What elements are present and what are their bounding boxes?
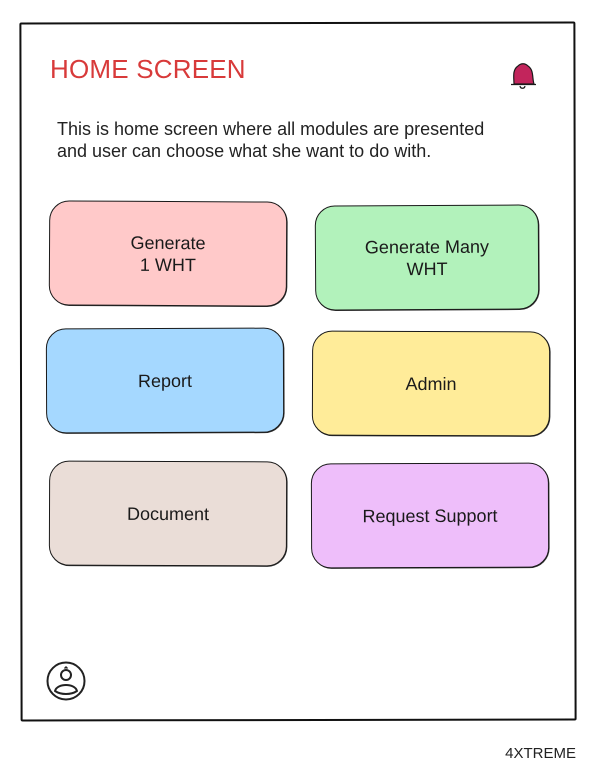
request-support-label: Request Support bbox=[362, 505, 498, 526]
brand-label: 4XTREME bbox=[505, 745, 576, 762]
report-button[interactable]: Report bbox=[45, 327, 285, 434]
admin-label: Admin bbox=[405, 373, 457, 394]
generate-one-wht-button[interactable]: Generate 1 WHT bbox=[48, 200, 288, 307]
generate-many-wht-button[interactable]: Generate Many WHT bbox=[314, 204, 540, 311]
admin-button[interactable]: Admin bbox=[311, 330, 551, 437]
report-label: Report bbox=[137, 370, 193, 391]
page-description: This is home screen where all modules ar… bbox=[57, 119, 485, 161]
request-support-button[interactable]: Request Support bbox=[310, 462, 550, 569]
generate-many-wht-label: Generate Many WHT bbox=[364, 236, 490, 279]
user-profile-icon[interactable] bbox=[45, 660, 87, 702]
document-label: Document bbox=[126, 503, 210, 524]
page-title: HOME SCREEN bbox=[50, 54, 246, 84]
generate-one-wht-label: Generate 1 WHT bbox=[130, 232, 206, 275]
bell-icon[interactable] bbox=[508, 60, 538, 92]
document-button[interactable]: Document bbox=[48, 460, 288, 567]
